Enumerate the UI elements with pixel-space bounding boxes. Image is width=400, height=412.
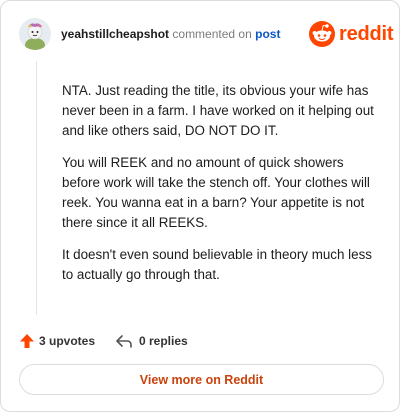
username-link[interactable]: yeahstillcheapshot: [61, 27, 169, 41]
upvote-arrow-icon: [20, 334, 34, 348]
upvote-count: 3 upvotes: [39, 334, 96, 348]
reply-arrow-icon: [116, 335, 132, 348]
reddit-logo[interactable]: reddit: [309, 20, 394, 48]
view-more-button[interactable]: View more on Reddit: [19, 364, 384, 395]
comment-paragraph: NTA. Just reading the title, its obvious…: [62, 83, 374, 138]
comment-actions: 3 upvotes 0 replies: [19, 331, 319, 351]
comment-paragraph: You will REEK and no amount of quick sho…: [62, 155, 370, 230]
user-avatar[interactable]: [19, 18, 51, 50]
reddit-wordmark: reddit: [339, 23, 394, 45]
comment-paragraph: It doesn't even sound believable in theo…: [62, 247, 372, 282]
avatar-icon: [19, 18, 51, 50]
reddit-comment-card: yeahstillcheapshot commented on post red…: [0, 0, 400, 412]
comment-body: NTA. Just reading the title, its obvious…: [62, 81, 382, 297]
commented-on-text: commented on: [172, 27, 252, 41]
comment-meta: yeahstillcheapshot commented on post: [61, 27, 280, 41]
reddit-snoo-icon: [309, 21, 335, 47]
replies-count: 0 replies: [139, 334, 188, 348]
upvote-button[interactable]: 3 upvotes: [19, 331, 95, 351]
comment-header: yeahstillcheapshot commented on post red…: [19, 18, 394, 52]
thread-line: [36, 61, 37, 315]
replies-button[interactable]: 0 replies: [115, 331, 188, 351]
post-link[interactable]: post: [255, 27, 280, 41]
